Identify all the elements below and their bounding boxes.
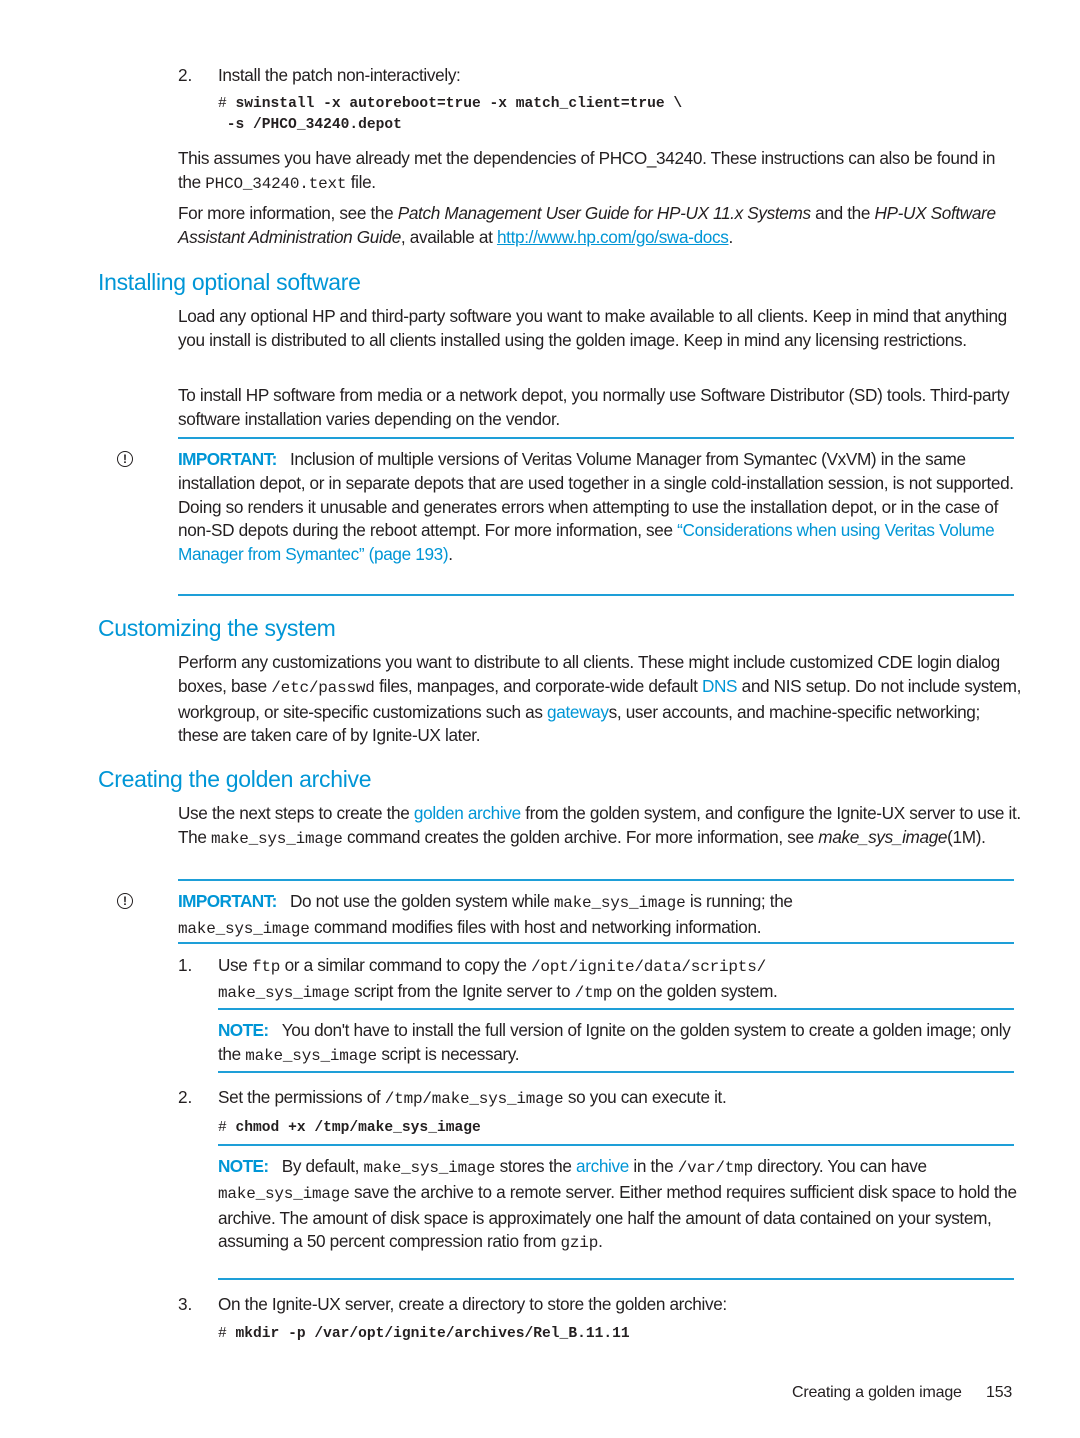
text: . (448, 544, 453, 565)
heading-customizing-the-system: Customizing the system (98, 615, 336, 641)
inline-code: make_sys_image (178, 919, 310, 938)
text: file. (346, 171, 376, 192)
paragraph-customizing: Perform any customizations you want to d… (178, 651, 1023, 748)
text: or a similar command to copy the (280, 955, 531, 975)
inline-code: /etc/passwd (271, 678, 375, 697)
text: in the (628, 1156, 678, 1176)
paragraph-optional-2: To install HP software from media or a n… (178, 385, 1010, 429)
text: For more information, see the (178, 203, 398, 223)
text: Set the permissions of (218, 1087, 385, 1107)
text: By default, (281, 1156, 364, 1176)
text: command modifies files with host and net… (309, 916, 762, 937)
inline-code: make_sys_image (363, 1159, 496, 1177)
inline-code: make_sys_image (218, 1184, 350, 1203)
dns-link[interactable]: DNS (702, 676, 738, 696)
command-text: chmod +x /tmp/make_sys_image (226, 1120, 481, 1136)
gateway-link[interactable]: gateway (547, 702, 609, 722)
step-number: 3. (178, 1294, 193, 1314)
text: . (598, 1231, 603, 1252)
prompt-hash: # (218, 1326, 227, 1342)
paragraph-dependencies: This assumes you have already met the de… (178, 147, 1018, 197)
text: so you can execute it. (563, 1087, 727, 1107)
step-number: 2. (178, 65, 193, 85)
inline-code: make_sys_image (211, 829, 343, 848)
book-title: Patch Management User Guide for HP-UX 11… (397, 203, 811, 223)
important-icon: ! (117, 451, 133, 467)
inline-code: make_sys_image (218, 983, 350, 1002)
manpage-reference: make_sys_image (818, 826, 948, 847)
divider (218, 1071, 1014, 1073)
text: script is necessary. (376, 1043, 520, 1064)
inline-code: make_sys_image (553, 894, 686, 912)
divider (178, 594, 1014, 596)
text: (1M). (947, 826, 986, 847)
text: script from the Ignite server to (349, 980, 575, 1001)
text: stores the (495, 1156, 576, 1176)
command-text: mkdir -p /var/opt/ignite/archives/Rel_B.… (226, 1326, 630, 1342)
step-1-text: Use ftp or a similar command to copy the… (218, 954, 1018, 1006)
text: Use the next steps to create the (178, 803, 414, 823)
text: Use (218, 955, 252, 975)
footer-section-title: Creating a golden image (792, 1384, 962, 1401)
text: . (728, 226, 734, 247)
important-note-make-sys-image: IMPORTANT: Do not use the golden system … (178, 890, 1020, 942)
heading-installing-optional-software: Installing optional software (98, 269, 361, 295)
divider (178, 942, 1014, 944)
divider (218, 1144, 1014, 1146)
command-mkdir: # mkdir -p /var/opt/ignite/archives/Rel_… (218, 1323, 630, 1345)
inline-code: make_sys_image (245, 1046, 377, 1065)
command-line-1: swinstall -x autoreboot=true -x match_cl… (226, 96, 683, 112)
command-line-2: -s /PHCO_34240.depot (218, 117, 402, 133)
text: , available at (400, 226, 497, 247)
prompt-hash: # (218, 1120, 227, 1136)
text: command creates the golden archive. For … (342, 826, 819, 847)
archive-link[interactable]: archive (576, 1156, 629, 1176)
step-3-text: On the Ignite-UX server, create a direct… (218, 1294, 727, 1314)
divider (178, 879, 1014, 881)
inline-code: /tmp (574, 983, 613, 1002)
swa-docs-link[interactable]: http://www.hp.com/go/swa-docs (497, 227, 729, 247)
paragraph-more-info: For more information, see the Patch Mana… (178, 202, 1023, 250)
note-label: NOTE: (218, 1020, 269, 1040)
step-text: Install the patch non-interactively: (218, 65, 461, 85)
text: on the golden system. (612, 980, 778, 1001)
note-label: NOTE: (218, 1156, 269, 1176)
inline-code: /tmp/make_sys_image (384, 1090, 564, 1108)
divider (218, 1278, 1014, 1280)
important-label: IMPORTANT: (178, 891, 277, 911)
paragraph-optional-1: Load any optional HP and third-party sof… (178, 306, 1007, 350)
text: and the (810, 203, 875, 223)
inline-code: PHCO_34240.text (205, 174, 347, 193)
command-chmod: # chmod +x /tmp/make_sys_image (218, 1117, 481, 1139)
important-icon: ! (117, 893, 133, 909)
important-note-veritas: IMPORTANT: Inclusion of multiple version… (178, 448, 1020, 567)
inline-code: ftp (251, 958, 281, 976)
text: files, manpages, and corporate-wide defa… (374, 675, 702, 696)
text: Do not use the golden system while (289, 891, 554, 911)
step-number: 1. (178, 955, 193, 975)
text: is running; the (685, 891, 793, 911)
divider (178, 437, 1014, 439)
inline-code: /var/tmp (677, 1159, 753, 1177)
paragraph-archive-intro: Use the next steps to create the golden … (178, 802, 1023, 852)
step-number: 2. (178, 1087, 193, 1107)
divider (218, 1008, 1014, 1010)
golden-archive-link[interactable]: golden archive (414, 803, 521, 823)
note-full-ignite: NOTE: You don't have to install the full… (218, 1019, 1018, 1069)
inline-code: gzip (560, 1234, 599, 1253)
prompt-hash: # (218, 96, 227, 112)
important-label: IMPORTANT: (178, 449, 277, 469)
command-swinstall: # swinstall -x autoreboot=true -x match_… (218, 93, 682, 115)
inline-code: /opt/ignite/data/scripts/ (530, 958, 767, 976)
note-default-storage: NOTE: By default, make_sys_image stores … (218, 1155, 1018, 1256)
heading-creating-golden-archive: Creating the golden archive (98, 766, 372, 792)
step-2-text: Set the permissions of /tmp/make_sys_ima… (218, 1086, 1018, 1112)
text: directory. You can have (752, 1156, 927, 1176)
page-number: 153 (986, 1384, 1013, 1401)
